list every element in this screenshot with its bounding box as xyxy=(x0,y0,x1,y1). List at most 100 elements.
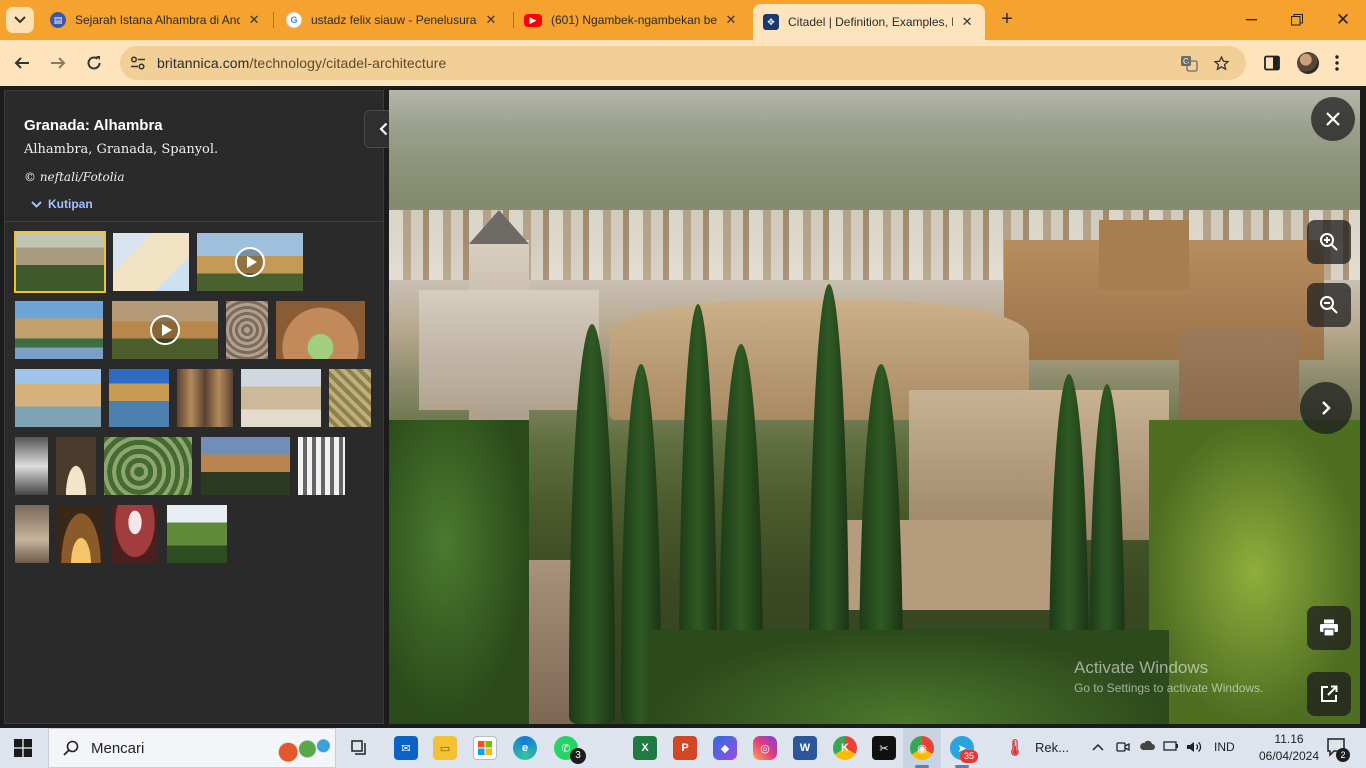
chrome-icon[interactable]: ◉ xyxy=(910,736,934,760)
tab-search-button[interactable] xyxy=(6,7,34,33)
language-indicator[interactable]: IND xyxy=(1214,740,1235,754)
taskbar-search-box[interactable]: Mencari xyxy=(48,728,336,768)
clock-date: 06/04/2024 xyxy=(1258,749,1320,763)
gallery-thumb[interactable] xyxy=(167,505,227,563)
open-external-button[interactable] xyxy=(1307,672,1351,716)
gallery-thumb[interactable] xyxy=(14,231,106,293)
microsoft-store-icon[interactable] xyxy=(473,736,497,760)
britannica-icon: ✥ xyxy=(763,14,779,30)
bookmark-star-icon[interactable] xyxy=(1211,53,1231,73)
tab-britannica-active[interactable]: ✥ Citadel | Definition, Examples, H ✕ xyxy=(753,4,985,40)
close-icon xyxy=(1326,112,1340,126)
app-icon[interactable]: ◆ xyxy=(713,736,737,760)
gallery-thumb[interactable] xyxy=(276,301,365,359)
windows-start-icon[interactable] xyxy=(14,739,32,757)
close-window-button[interactable]: ✕ xyxy=(1320,0,1366,40)
gallery-thumb[interactable] xyxy=(15,437,48,495)
back-button[interactable] xyxy=(8,49,36,77)
gallery-thumb[interactable] xyxy=(109,369,169,427)
excel-icon[interactable]: X xyxy=(633,736,657,760)
translate-icon[interactable]: G xyxy=(1179,53,1199,73)
close-tab-icon[interactable]: ✕ xyxy=(723,12,739,28)
zoom-out-button[interactable] xyxy=(1307,283,1351,327)
gallery-thumb-video[interactable] xyxy=(112,301,218,359)
news-icon: ▤ xyxy=(50,12,66,28)
gallery-thumb[interactable] xyxy=(226,301,268,359)
next-image-button[interactable] xyxy=(1300,382,1352,434)
system-clock[interactable]: 11.16 06/04/2024 xyxy=(1258,731,1320,765)
gallery-thumb[interactable] xyxy=(241,369,321,427)
zoom-in-button[interactable] xyxy=(1307,220,1351,264)
arrow-left-icon xyxy=(14,57,29,69)
weather-label[interactable]: Rek... xyxy=(1035,740,1069,755)
close-icon: ✕ xyxy=(1335,10,1351,29)
address-bar[interactable]: britannica.com/technology/citadel-archit… xyxy=(120,46,1246,80)
volume-icon[interactable] xyxy=(1186,740,1202,757)
chevron-down-icon xyxy=(31,200,42,208)
church xyxy=(419,290,599,410)
windows-taskbar: Mencari ✉ ▭ e ✆ 3 X P ◆ ◎ W K ✂ ◉ ➤ 35 🌡… xyxy=(0,728,1366,768)
zoom-out-icon xyxy=(1320,296,1338,314)
search-label: Mencari xyxy=(91,739,145,757)
gallery-thumb[interactable] xyxy=(58,505,104,563)
main-image-alhambra: Activate Windows Go to Settings to activ… xyxy=(389,90,1360,724)
profile-avatar[interactable] xyxy=(1297,52,1319,74)
new-tab-button[interactable]: + xyxy=(996,8,1018,30)
tab-bar: ▤ Sejarah Istana Alhambra di Anda ✕ G us… xyxy=(0,0,1366,40)
capcut-icon[interactable]: ✂ xyxy=(872,736,896,760)
gallery-thumb-map[interactable] xyxy=(113,233,189,291)
gallery-thumb[interactable] xyxy=(177,369,233,427)
close-tab-icon[interactable]: ✕ xyxy=(246,12,262,28)
divider xyxy=(5,221,383,222)
gallery-thumb[interactable] xyxy=(298,437,345,495)
chevron-left-icon xyxy=(378,122,387,136)
tab-youtube[interactable]: ▶ (601) Ngambek-ngambekan be ✕ xyxy=(514,5,750,35)
site-info-icon[interactable] xyxy=(126,51,150,75)
restore-button[interactable] xyxy=(1274,0,1320,40)
citation-toggle[interactable]: Kutipan xyxy=(31,197,93,211)
reload-button[interactable] xyxy=(80,49,108,77)
file-explorer-icon[interactable]: ▭ xyxy=(433,736,457,760)
gallery-thumb[interactable] xyxy=(112,505,158,563)
minimize-button[interactable] xyxy=(1228,0,1274,40)
gallery-thumb-video[interactable] xyxy=(197,233,303,291)
edge-icon[interactable]: e xyxy=(513,736,537,760)
tab-google-search[interactable]: G ustadz felix siauw - Penelusuran ✕ xyxy=(276,5,512,35)
gallery-thumb[interactable] xyxy=(56,437,96,495)
close-tab-icon[interactable]: ✕ xyxy=(959,14,975,30)
url-domain: britannica.com xyxy=(157,55,250,71)
chrome-profile-icon[interactable]: K xyxy=(833,736,857,760)
print-button[interactable] xyxy=(1307,606,1351,650)
arrow-right-icon xyxy=(51,57,66,69)
thermometer-icon[interactable]: 🌡 xyxy=(1003,736,1027,760)
tab-sejarah-alhambra[interactable]: ▤ Sejarah Istana Alhambra di Anda ✕ xyxy=(40,5,272,35)
word-icon[interactable]: W xyxy=(793,736,817,760)
youtube-icon: ▶ xyxy=(524,13,542,27)
powerpoint-icon[interactable]: P xyxy=(673,736,697,760)
cloud-icon[interactable] xyxy=(1139,740,1155,754)
side-panel-icon[interactable] xyxy=(1261,52,1283,74)
instagram-icon[interactable]: ◎ xyxy=(753,736,777,760)
google-icon: G xyxy=(286,12,302,28)
gallery-thumb[interactable] xyxy=(104,437,192,495)
gallery-thumb[interactable] xyxy=(15,505,49,563)
close-tab-icon[interactable]: ✕ xyxy=(483,12,499,28)
mail-icon[interactable]: ✉ xyxy=(394,736,418,760)
clock-time: 11.16 xyxy=(1274,732,1304,746)
gallery-thumb[interactable] xyxy=(15,301,103,359)
reload-icon xyxy=(87,56,101,70)
gallery-thumb[interactable] xyxy=(201,437,290,495)
external-link-icon xyxy=(1321,685,1338,702)
caption-credit: © neftali/Fotolia xyxy=(24,170,125,184)
activate-windows-watermark: Activate Windows Go to Settings to activ… xyxy=(1074,658,1264,695)
more-menu-icon[interactable] xyxy=(1326,52,1348,74)
chevron-up-icon[interactable] xyxy=(1092,740,1104,754)
close-lightbox-button[interactable] xyxy=(1311,97,1355,141)
forward-button[interactable] xyxy=(44,49,72,77)
gallery-thumb[interactable] xyxy=(15,369,101,427)
meet-icon[interactable] xyxy=(1116,740,1130,757)
gallery-thumb[interactable] xyxy=(329,369,371,427)
task-view-icon[interactable] xyxy=(348,736,372,760)
network-icon[interactable] xyxy=(1163,740,1179,755)
tab-separator xyxy=(273,12,274,28)
